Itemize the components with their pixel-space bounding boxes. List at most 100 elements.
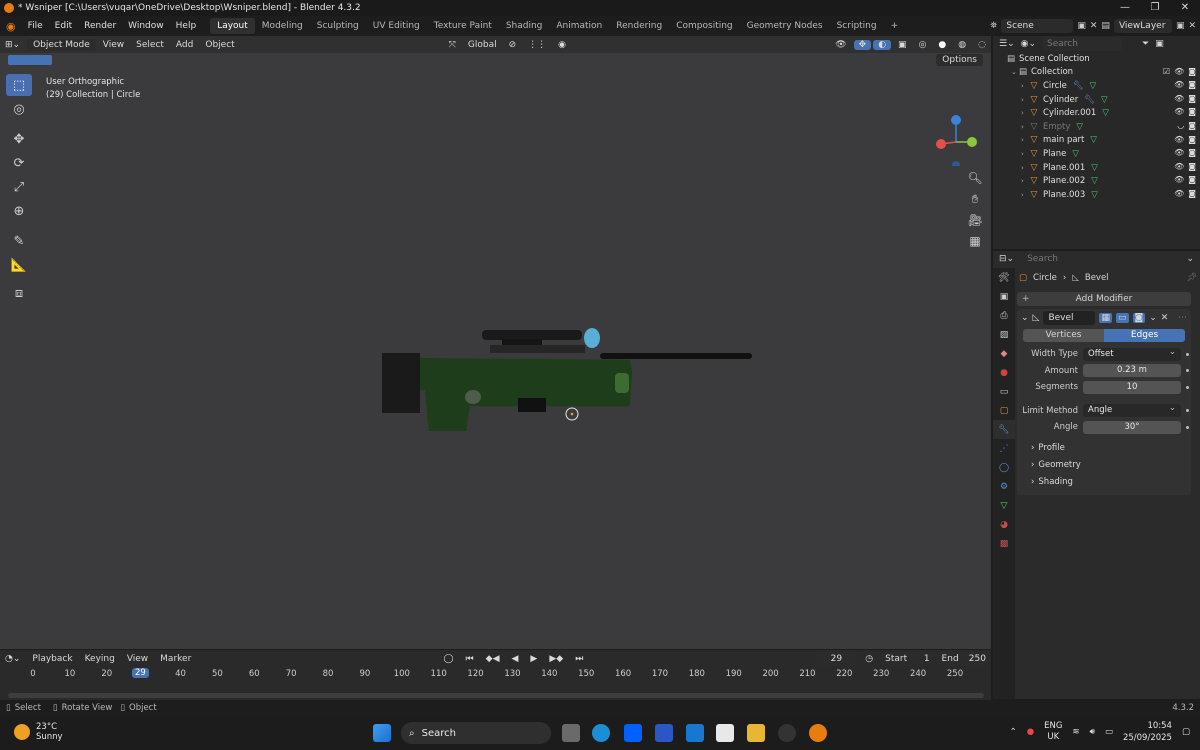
chevron-right-icon[interactable]: › xyxy=(1021,136,1029,144)
notifications-icon[interactable]: ▢ xyxy=(1182,727,1190,737)
tab-animation[interactable]: Animation xyxy=(549,18,609,34)
keyframe-dot-icon[interactable] xyxy=(1186,369,1189,373)
eye-icon[interactable]: 👁 xyxy=(1174,175,1184,184)
camera-icon[interactable]: ◙ xyxy=(1188,175,1196,184)
3d-viewport[interactable]: ⊞⌄ Object Mode View Select Add Object ⤧ … xyxy=(0,36,991,649)
tab-compositing[interactable]: Compositing xyxy=(669,18,739,34)
outliner-item[interactable]: › ▽ Circle 🔧︎ ▽ 👁 ◙ xyxy=(993,79,1200,93)
menu-object[interactable]: Object xyxy=(200,40,239,50)
tab-geometry-nodes[interactable]: Geometry Nodes xyxy=(740,18,830,34)
end-frame-field[interactable]: End 250 xyxy=(936,651,991,666)
editor-type-icon[interactable]: ⊞⌄ xyxy=(0,40,25,50)
menu-view[interactable]: View xyxy=(98,40,129,50)
camera-icon[interactable]: ◙ xyxy=(1188,121,1196,130)
display-mode-icon[interactable]: ◉⌄ xyxy=(1021,39,1036,49)
steam-icon[interactable] xyxy=(778,724,796,742)
blender-menu-icon[interactable]: ◉ xyxy=(0,20,22,33)
blender-taskbar-icon[interactable] xyxy=(809,724,827,742)
cursor-tool-icon[interactable]: ◎ xyxy=(6,98,32,120)
task-view-icon[interactable] xyxy=(562,724,580,742)
start-icon[interactable] xyxy=(373,724,391,742)
delete-scene-icon[interactable]: ✕ xyxy=(1090,21,1098,31)
play-reverse-icon[interactable]: ◀ xyxy=(507,654,524,664)
property-value[interactable]: 30° xyxy=(1083,420,1181,434)
subpanel-geometry[interactable]: › Geometry xyxy=(1017,457,1191,474)
chevron-right-icon[interactable]: › xyxy=(1021,82,1029,90)
constraints-tab-icon[interactable]: ⚙ xyxy=(993,477,1015,496)
zoom-icon[interactable]: 🔍︎ xyxy=(965,168,985,188)
weather-widget[interactable]: 23°C Sunny xyxy=(14,722,63,742)
play-icon[interactable]: ▶ xyxy=(525,654,542,664)
stock[interactable] xyxy=(384,357,632,431)
checkbox-icon[interactable]: ☑ xyxy=(1163,67,1170,76)
menu-select[interactable]: Select xyxy=(131,40,169,50)
render-tab-icon[interactable]: ▣ xyxy=(993,287,1015,306)
store-icon[interactable] xyxy=(716,724,734,742)
outliner-item-name[interactable]: Empty xyxy=(1043,122,1070,132)
scale-tool-icon[interactable]: ⤢ xyxy=(6,176,32,198)
outliner-item-name[interactable]: Plane.001 xyxy=(1043,163,1085,173)
modifier-tab-icon[interactable]: 🔧︎ xyxy=(993,420,1015,439)
outliner-item[interactable]: › ▽ Plane ▽ 👁 ◙ xyxy=(993,147,1200,161)
chevron-right-icon[interactable]: › xyxy=(1021,191,1029,199)
tab-texture-paint[interactable]: Texture Paint xyxy=(427,18,499,34)
chevron-right-icon[interactable]: › xyxy=(1021,96,1029,104)
gizmo-x-axis[interactable] xyxy=(936,139,946,149)
chevron-right-icon[interactable]: › xyxy=(1021,123,1029,131)
new-collection-icon[interactable]: ▣ xyxy=(1155,39,1164,49)
current-frame-field[interactable]: 29 xyxy=(814,651,859,666)
modifier-name-input[interactable]: Bevel xyxy=(1043,311,1096,325)
property-value[interactable]: Angle xyxy=(1083,402,1181,418)
affect-vertices-button[interactable]: Vertices xyxy=(1023,329,1104,342)
new-scene-icon[interactable]: ▣ xyxy=(1077,21,1086,31)
chevron-right-icon[interactable]: › xyxy=(1021,164,1029,172)
eye-icon[interactable]: 👁 xyxy=(1174,189,1184,198)
start-frame-field[interactable]: Start 1 xyxy=(880,651,935,666)
menu-marker[interactable]: Marker xyxy=(155,654,196,664)
tab-layout[interactable]: Layout xyxy=(210,18,255,34)
tool-tab-icon[interactable]: 🛠︎ xyxy=(993,268,1015,287)
menu-keying[interactable]: Keying xyxy=(80,654,120,664)
keyframe-dot-icon[interactable] xyxy=(1186,352,1189,356)
battery-icon[interactable]: ▭ xyxy=(1105,727,1113,737)
camera-icon[interactable]: ◙ xyxy=(1188,135,1196,144)
menu-window[interactable]: Window xyxy=(122,21,170,31)
scope-lens[interactable] xyxy=(584,328,600,348)
proportional-edit-icon[interactable]: ◉ xyxy=(553,40,571,50)
xray-toggle-icon[interactable]: ▣ xyxy=(893,40,912,50)
visibility-icon[interactable]: 👁 xyxy=(830,40,851,50)
shading-material-icon[interactable]: ◍ xyxy=(953,40,971,50)
view-layer-tab-icon[interactable]: ▨ xyxy=(993,325,1015,344)
frame-ruler[interactable]: 0 10 20 29 40 50 60 70 80 90 100 110 120 130 140 150 160… xyxy=(0,668,991,681)
show-hidden-icon[interactable]: ⌃ xyxy=(1010,727,1017,737)
output-tab-icon[interactable]: ⎙ xyxy=(993,306,1015,325)
camera-icon[interactable]: ◙ xyxy=(1188,189,1196,198)
camera-icon[interactable]: ◙ xyxy=(1188,94,1196,103)
tab-scripting[interactable]: Scripting xyxy=(830,18,884,34)
property-value[interactable]: Offset xyxy=(1083,346,1181,361)
close-window-button[interactable]: ✕ xyxy=(1170,0,1200,16)
view-layer-selector[interactable]: ViewLayer xyxy=(1113,19,1172,33)
outliner-item-name[interactable]: Plane xyxy=(1043,149,1066,159)
outliner-item[interactable]: › ▽ Plane.002 ▽ 👁 ◙ xyxy=(993,174,1200,188)
camera-view-icon[interactable]: 🎥︎ xyxy=(965,210,985,230)
maximize-button[interactable]: ❐ xyxy=(1140,0,1170,16)
keyframe-dot-icon[interactable] xyxy=(1186,385,1189,389)
tab-rendering[interactable]: Rendering xyxy=(609,18,669,34)
menu-file[interactable]: File xyxy=(22,21,49,31)
eye-icon[interactable]: 👁 xyxy=(1174,135,1184,144)
chevron-right-icon[interactable]: › xyxy=(1021,150,1029,158)
add-workspace-button[interactable]: + xyxy=(884,18,906,34)
pan-hand-icon[interactable]: ✋︎ xyxy=(965,189,985,209)
volume-icon[interactable]: 🔊︎ xyxy=(1090,727,1095,737)
magazine[interactable] xyxy=(518,398,546,412)
subpanel-shading[interactable]: › Shading xyxy=(1017,474,1191,491)
chevron-right-icon[interactable]: › xyxy=(1021,109,1029,117)
gizmo-neg-z-axis[interactable] xyxy=(952,161,960,166)
mode-selector[interactable]: Object Mode xyxy=(27,38,96,51)
menu-add[interactable]: Add xyxy=(171,40,198,50)
tab-uv-editing[interactable]: UV Editing xyxy=(366,18,427,34)
object-tab-icon[interactable]: ▢ xyxy=(993,401,1015,420)
outliner-item-name[interactable]: main part xyxy=(1043,135,1084,145)
camera-icon[interactable]: ◙ xyxy=(1188,107,1196,116)
